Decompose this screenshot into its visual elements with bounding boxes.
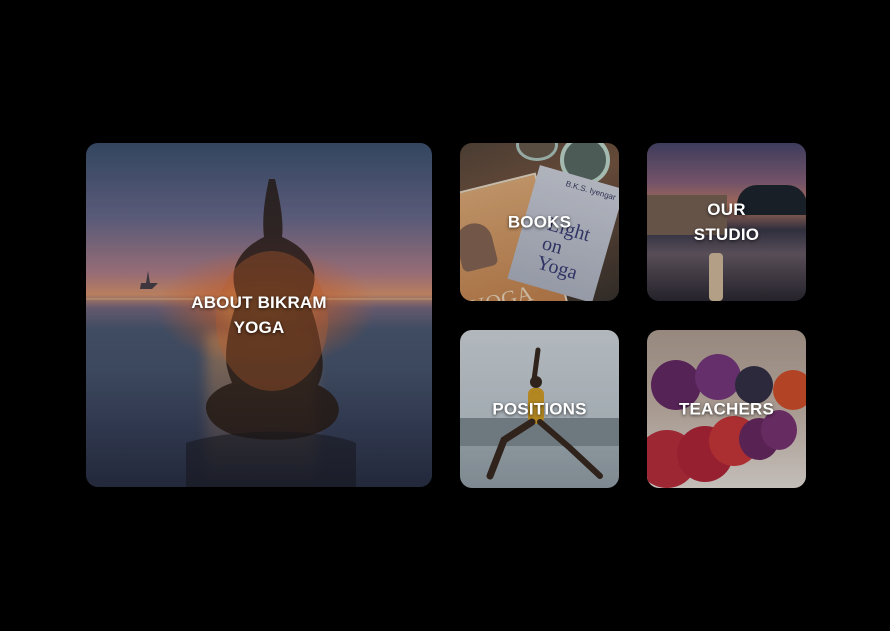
tile-about-bikram-yoga[interactable]: ABOUT BIKRAM YOGA [86, 143, 432, 487]
tile-label: BOOKS [507, 212, 572, 232]
tile-label: OUR STUDIO [693, 200, 760, 244]
tile-our-studio[interactable]: OUR STUDIO [647, 143, 806, 301]
tile-label: TEACHERS [678, 399, 775, 419]
tile-label: POSITIONS [492, 399, 587, 419]
tile-teachers[interactable]: TEACHERS [647, 330, 806, 488]
tile-books[interactable]: YOGA B.K.S. Iyengar Light on Yoga BOOKS [460, 143, 619, 301]
tile-positions[interactable]: POSITIONS [460, 330, 619, 488]
tile-label: ABOUT BIKRAM YOGA [191, 293, 327, 337]
